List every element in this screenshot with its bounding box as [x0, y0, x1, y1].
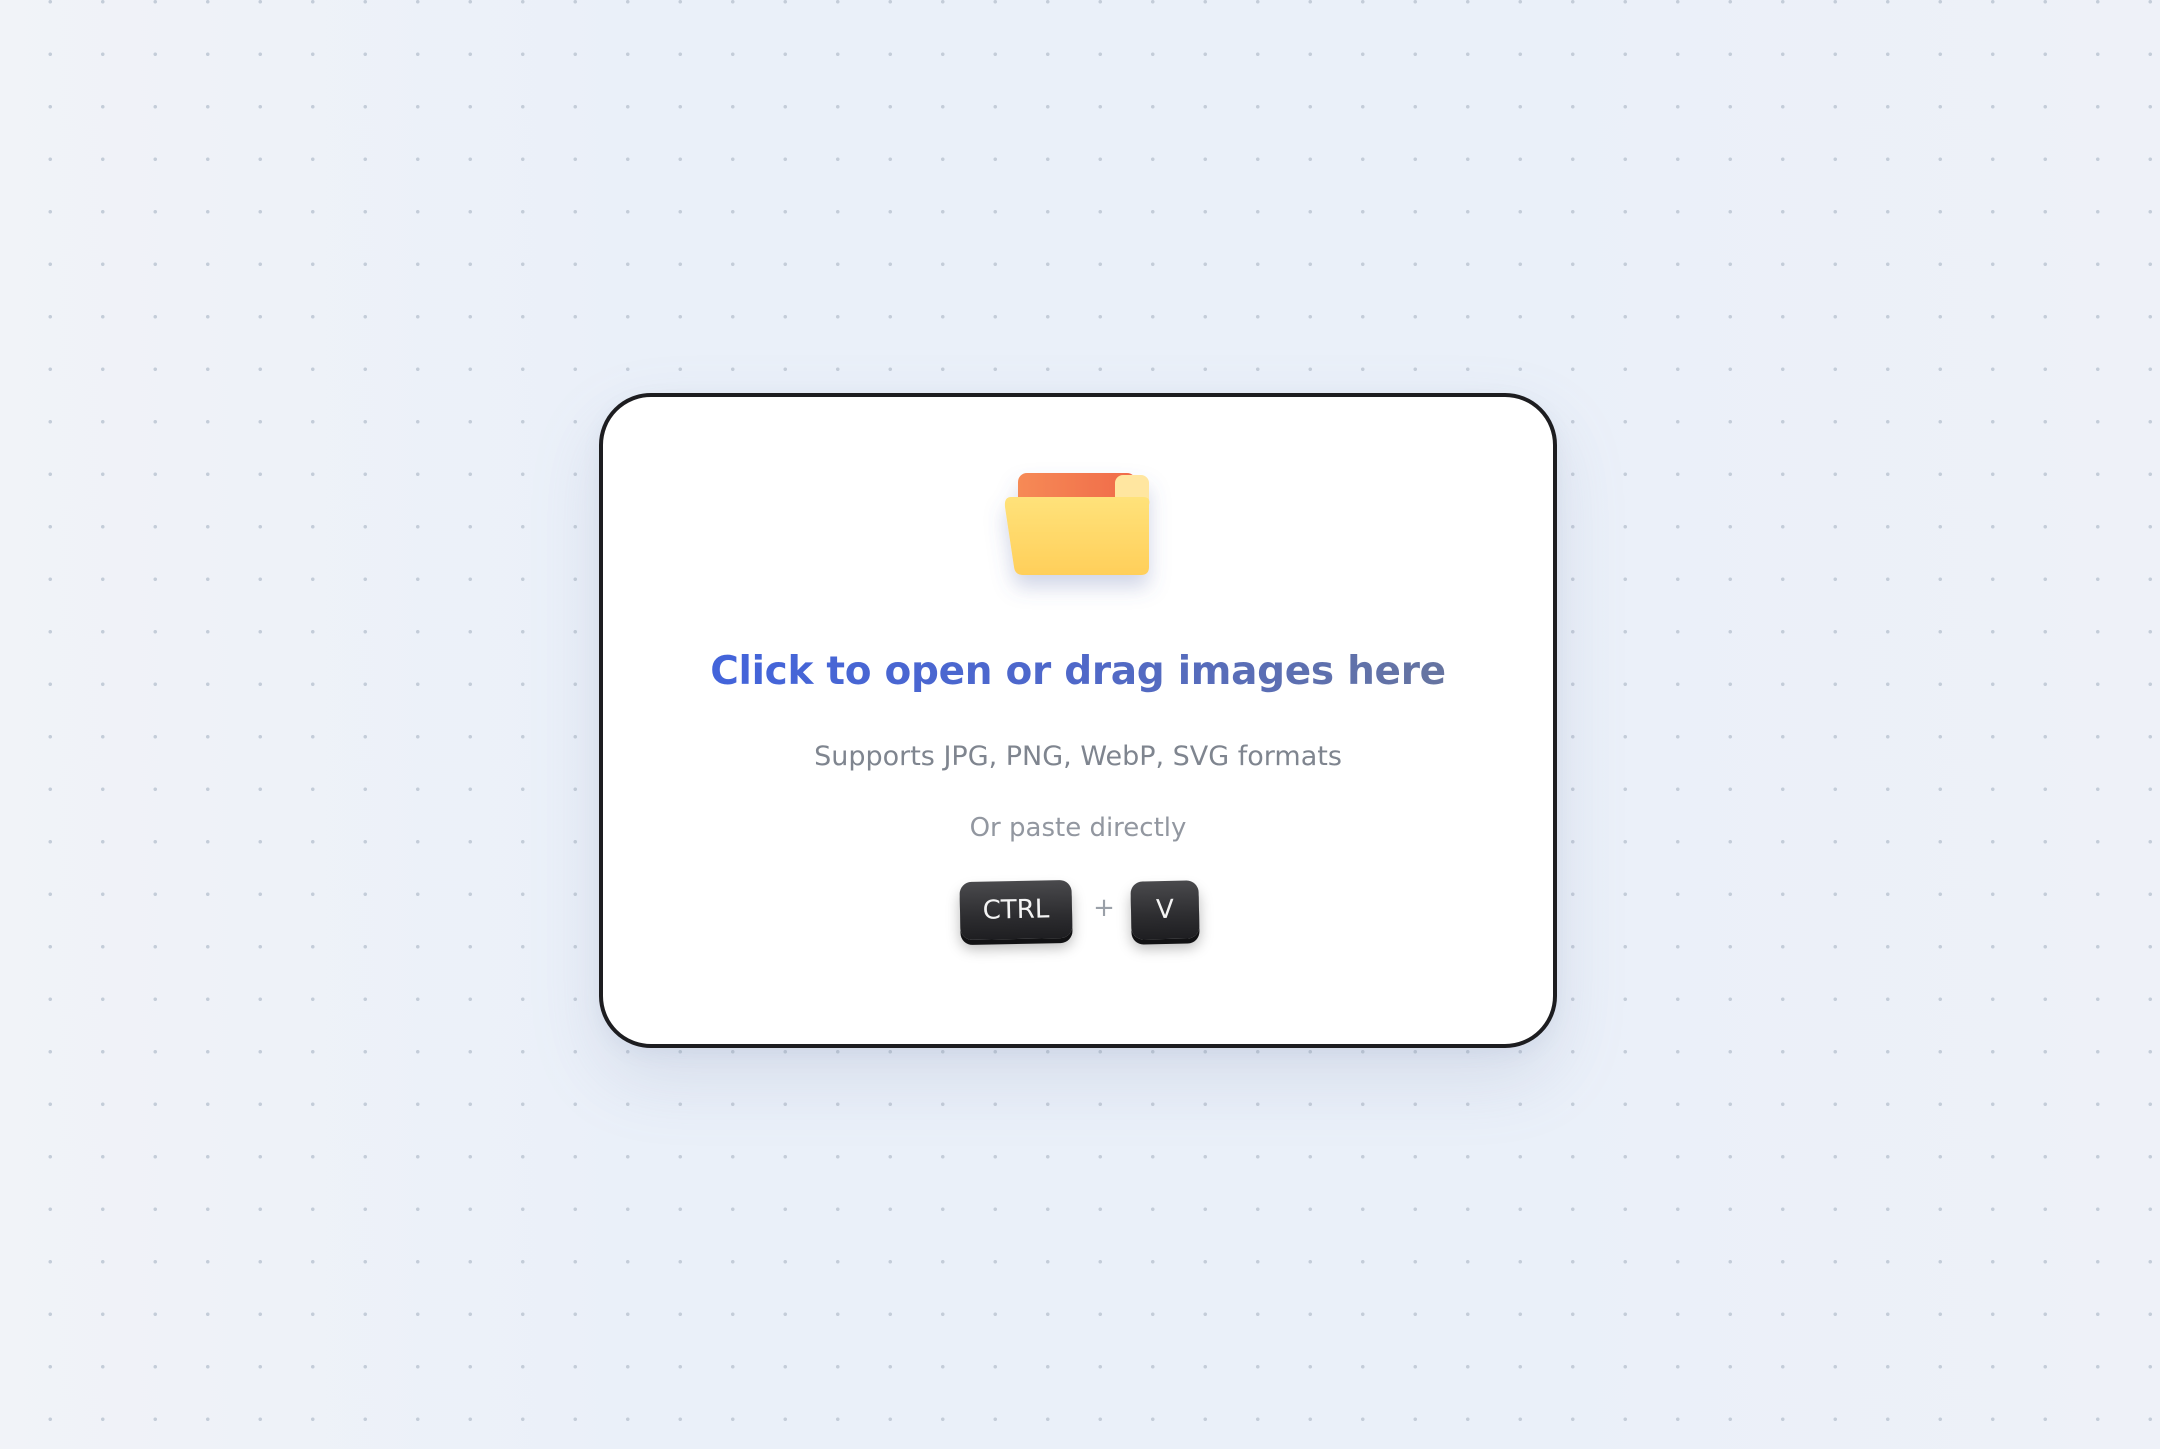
- image-drop-zone[interactable]: Click to open or drag images here Suppor…: [599, 393, 1557, 1048]
- folder-icon: [1003, 473, 1155, 581]
- v-key: V: [1130, 880, 1200, 940]
- paste-hint-text: Or paste directly: [969, 813, 1187, 843]
- drop-zone-title[interactable]: Click to open or drag images here: [603, 649, 1553, 694]
- shortcut-plus-sign: +: [1093, 893, 1115, 923]
- supported-formats-text: Supports JPG, PNG, WebP, SVG formats: [814, 741, 1342, 772]
- ctrl-key: CTRL: [959, 879, 1073, 941]
